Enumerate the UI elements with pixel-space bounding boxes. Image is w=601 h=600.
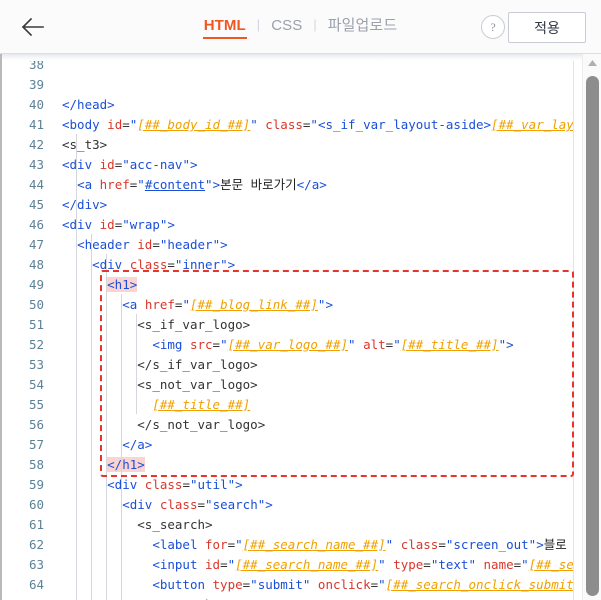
code-line[interactable]: 59 <div class="util"> (2, 475, 582, 495)
line-number: 65 (2, 595, 44, 600)
line-content[interactable]: </h1> (44, 455, 145, 475)
line-content[interactable]: <s_if_var_logo> (44, 315, 250, 335)
line-content[interactable]: <s_not_var_logo> (44, 375, 257, 395)
code-line[interactable]: 53 </s_if_var_logo> (2, 355, 582, 375)
line-number: 39 (28, 77, 44, 92)
line-content[interactable]: <div class="inner"> (44, 255, 235, 275)
code-line[interactable]: 57 </a> (2, 435, 582, 455)
line-number: 45 (28, 197, 44, 212)
code-line[interactable]: 63 <input id="[##_search_name_##]" type=… (2, 555, 582, 575)
line-number: 40 (28, 97, 44, 112)
line-content[interactable]: <s_t3> (44, 135, 107, 155)
line-content[interactable]: </a> (44, 435, 152, 455)
line-content[interactable]: <body id="[##_body_id_##]" class="<s_if_… (44, 115, 574, 135)
caret-up-icon[interactable] (583, 56, 601, 70)
code-line[interactable]: 64 <button type="submit" onclick="[##_se… (2, 575, 582, 595)
line-content[interactable]: </s_search> (44, 595, 220, 600)
code-line[interactable]: 42 <s_t3> (2, 135, 582, 155)
code-line[interactable]: 58 </h1> (2, 455, 582, 475)
code-line[interactable]: 51 <s_if_var_logo> (2, 315, 582, 335)
line-content[interactable]: [##_title_##] (44, 395, 250, 415)
line-content[interactable]: <header id="header"> (44, 235, 228, 255)
code-line[interactable]: 49 <h1> (2, 275, 582, 295)
line-number: 63 (28, 557, 44, 572)
line-content[interactable]: <div id="acc-nav"> (44, 155, 198, 175)
code-lines[interactable]: 38 39 40 </head> 41 <body id="[##_body_id_##]… (2, 55, 582, 600)
code-line[interactable]: 46 <div id="wrap"> (2, 215, 582, 235)
line-number: 59 (28, 477, 44, 492)
line-number: 44 (28, 177, 44, 192)
code-line[interactable]: 62 <label for="[##_search_name_##]" clas… (2, 535, 582, 555)
line-content[interactable]: </div> (44, 195, 107, 215)
line-content[interactable]: </s_not_var_logo> (44, 415, 265, 435)
line-number: 47 (28, 237, 44, 252)
line-content[interactable]: <div class="util"> (44, 475, 243, 495)
line-content[interactable]: <input id="[##_search_name_##]" type="te… (44, 555, 574, 575)
line-number: 43 (28, 157, 44, 172)
line-number: 53 (28, 357, 44, 372)
line-number: 61 (28, 517, 44, 532)
line-number: 52 (28, 337, 44, 352)
line-number: 62 (28, 537, 44, 552)
code-line[interactable]: 60 <div class="search"> (2, 495, 582, 515)
code-line[interactable]: 45 </div> (2, 195, 582, 215)
tab-file-upload[interactable]: 파일업로드 (317, 14, 409, 39)
code-line[interactable]: 40 </head> (2, 95, 582, 115)
line-number: 49 (28, 277, 44, 292)
code-line[interactable]: 38 (2, 55, 582, 75)
code-line[interactable]: 50 <a href="[##_blog_link_##]"> (2, 295, 582, 315)
line-number: 46 (28, 217, 44, 232)
line-number: 51 (28, 317, 44, 332)
line-content[interactable]: </s_if_var_logo> (44, 355, 257, 375)
line-content[interactable]: <img src="[##_var_logo_##]" alt="[##_tit… (44, 335, 513, 355)
code-line[interactable]: 41 <body id="[##_body_id_##]" class="<s_i… (2, 115, 582, 135)
code-line[interactable]: 48 <div class="inner"> (2, 255, 582, 275)
scrollbar-thumb[interactable] (586, 76, 599, 596)
line-number: 56 (28, 417, 44, 432)
editor-toolbar: HTML | CSS | 파일업로드 ? 적용 (0, 0, 601, 54)
code-line[interactable]: 47 <header id="header"> (2, 235, 582, 255)
vertical-scrollbar[interactable] (582, 54, 601, 600)
help-icon[interactable]: ? (481, 15, 505, 39)
line-number: 58 (28, 457, 44, 472)
code-line[interactable]: 44 <a href="#content">본문 바로가기</a> (2, 175, 582, 195)
line-content[interactable]: <a href="[##_blog_link_##]"> (44, 295, 333, 315)
line-number: 64 (28, 577, 44, 592)
right-ruler-line (573, 54, 574, 600)
code-line[interactable]: 56 </s_not_var_logo> (2, 415, 582, 435)
code-line[interactable]: 43 <div id="acc-nav"> (2, 155, 582, 175)
line-number: 38 (28, 57, 44, 72)
line-number: 55 (28, 397, 44, 412)
line-number: 50 (28, 297, 44, 312)
line-content[interactable]: <h1> (44, 275, 138, 295)
code-line[interactable]: 65 </s_search> (2, 595, 582, 600)
line-content[interactable]: <button type="submit" onclick="[##_searc… (44, 575, 574, 595)
line-number: 60 (28, 497, 44, 512)
tab-css[interactable]: CSS (260, 17, 313, 38)
line-number: 42 (28, 137, 44, 152)
code-line[interactable]: 55 [##_title_##] (2, 395, 582, 415)
code-line[interactable]: 54 <s_not_var_logo> (2, 375, 582, 395)
code-line[interactable]: 52 <img src="[##_var_logo_##]" alt="[##_… (2, 335, 582, 355)
line-number: 41 (28, 117, 44, 132)
line-number: 57 (28, 437, 44, 452)
code-line[interactable]: 61 <s_search> (2, 515, 582, 535)
line-content[interactable]: <a href="#content">본문 바로가기</a> (44, 175, 327, 195)
line-number: 48 (28, 257, 44, 272)
code-editor[interactable]: 38 39 40 </head> 41 <body id="[##_body_id_##]… (0, 54, 601, 600)
line-content[interactable]: <s_search> (44, 515, 212, 535)
apply-button[interactable]: 적용 (508, 12, 586, 43)
tab-html[interactable]: HTML (193, 17, 257, 39)
line-number: 54 (28, 377, 44, 392)
code-line[interactable]: 39 (2, 75, 582, 95)
line-content[interactable]: </head> (44, 95, 115, 115)
code-viewport[interactable]: 38 39 40 </head> 41 <body id="[##_body_id_##]… (2, 54, 582, 600)
line-content[interactable]: <label for="[##_search_name_##]" class="… (44, 535, 566, 555)
line-content[interactable]: <div id="wrap"> (44, 215, 175, 235)
line-content[interactable]: <div class="search"> (44, 495, 273, 515)
